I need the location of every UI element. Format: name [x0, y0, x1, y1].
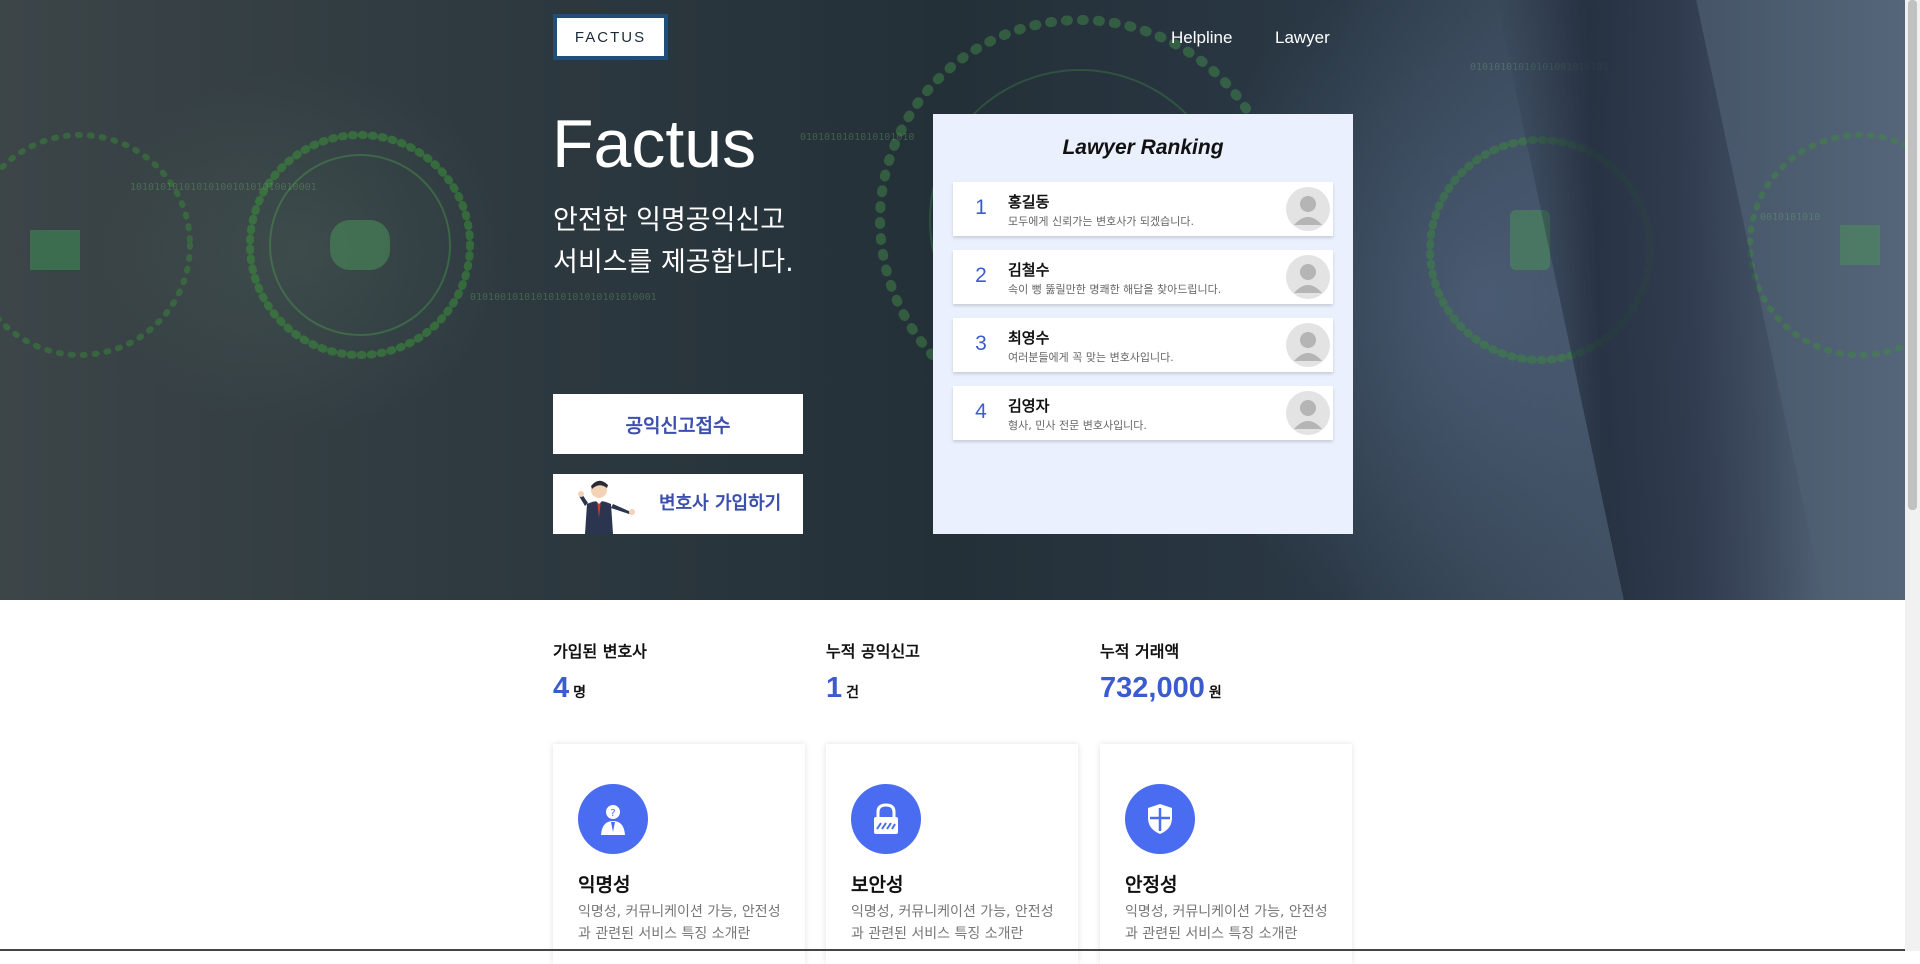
avatar-icon: [1286, 391, 1330, 435]
stat-value: 4: [553, 672, 570, 704]
hero-subtitle-line1: 안전한 익명공익신고: [553, 205, 786, 236]
stat-label: 누적 공익신고: [826, 642, 920, 661]
svg-text:0101010101010101010: 0101010101010101010: [800, 132, 914, 143]
svg-text:101010101010101001010101001000: 1010101010101010010101010010001: [130, 182, 317, 193]
svg-text:010100101010101010101010101000: 0101001010101010101010101010001: [470, 292, 657, 303]
logo[interactable]: FACTUS: [553, 14, 668, 60]
stat-unit: 명: [573, 685, 587, 701]
hero-subtitle-line2: 서비스를 제공합니다.: [553, 247, 794, 278]
shield-icon: [1125, 784, 1195, 854]
avatar-icon: [1286, 323, 1330, 367]
hero-subtitle: 안전한 익명공익신고 서비스를 제공합니다.: [553, 200, 853, 284]
rank-number: 1: [975, 196, 987, 219]
feature-description: 익명성, 커뮤니케이션 가능, 안전성과 관련된 서비스 특징 소개란: [851, 904, 1054, 942]
nav-helpline[interactable]: Helpline: [1171, 28, 1232, 48]
stat-value: 732,000: [1100, 672, 1205, 704]
avatar-icon: [1286, 187, 1330, 231]
svg-text:0010101010: 0010101010: [1760, 212, 1820, 223]
feature-description: 익명성, 커뮤니케이션 가능, 안전성과 관련된 서비스 특징 소개란: [578, 904, 781, 942]
feature-title: 익명성: [578, 874, 631, 896]
lawyer-illustration-icon: [578, 480, 635, 534]
hero-title: Factus: [552, 106, 757, 182]
lawyer-ranking-panel: Lawyer Ranking 1 홍길동 모두에게 신뢰가는 변호사가 되겠습니…: [933, 114, 1353, 534]
feature-card-anonymity: ? 익명성 익명성, 커뮤니케이션 가능, 안전성과 관련된 서비스 특징 소개…: [553, 744, 805, 964]
logo-text: FACTUS: [574, 28, 647, 46]
lock-icon: [851, 784, 921, 854]
ranking-item[interactable]: 3 최영수 여러분들에게 꼭 맞는 변호사입니다.: [953, 318, 1333, 372]
feature-title: 안정성: [1125, 874, 1178, 896]
lawyer-description: 속이 뻥 뚫릴만한 명쾌한 해답을 찾아드립니다.: [1008, 283, 1222, 296]
feature-description: 익명성, 커뮤니케이션 가능, 안전성과 관련된 서비스 특징 소개란: [1125, 904, 1328, 942]
stat-unit: 원: [1208, 685, 1222, 701]
lawyer-name: 김철수: [1008, 261, 1050, 279]
ranking-item[interactable]: 1 홍길동 모두에게 신뢰가는 변호사가 되겠습니다.: [953, 182, 1333, 236]
anonymous-person-icon: ?: [578, 784, 648, 854]
hero-section: 1010101010101010010101010010001 01010010…: [0, 0, 1905, 600]
stat-lawyers: 가입된 변호사 4명: [553, 638, 647, 705]
stat-unit: 건: [846, 685, 860, 701]
lawyer-name: 최영수: [1008, 329, 1050, 347]
stat-reports: 누적 공익신고 1건: [826, 638, 920, 705]
stat-label: 가입된 변호사: [553, 642, 647, 661]
stat-label: 누적 거래액: [1100, 642, 1180, 661]
lawyer-description: 여러분들에게 꼭 맞는 변호사입니다.: [1008, 351, 1174, 364]
nav-lawyer[interactable]: Lawyer: [1275, 28, 1330, 48]
lawyer-join-label: 변호사 가입하기: [659, 493, 782, 514]
lawyer-description: 모두에게 신뢰가는 변호사가 되겠습니다.: [1008, 215, 1195, 228]
avatar-icon: [1286, 255, 1330, 299]
lawyer-description: 형사, 민사 전문 변호사입니다.: [1008, 419, 1147, 432]
lawyer-name: 홍길동: [1008, 193, 1050, 211]
feature-card-security: 보안성 익명성, 커뮤니케이션 가능, 안전성과 관련된 서비스 특징 소개란: [826, 744, 1078, 964]
rank-number: 3: [975, 332, 987, 355]
ranking-item[interactable]: 2 김철수 속이 뻥 뚫릴만한 명쾌한 해답을 찾아드립니다.: [953, 250, 1333, 304]
feature-card-stability: 안정성 익명성, 커뮤니케이션 가능, 안전성과 관련된 서비스 특징 소개란: [1100, 744, 1352, 964]
ranking-item[interactable]: 4 김영자 형사, 민사 전문 변호사입니다.: [953, 386, 1333, 440]
ranking-title: Lawyer Ranking: [1062, 136, 1224, 159]
scrollbar-thumb[interactable]: [1908, 0, 1917, 510]
lawyer-join-button[interactable]: 변호사 가입하기: [553, 474, 803, 534]
stat-value: 1: [826, 672, 843, 704]
rank-number: 2: [975, 264, 987, 287]
page-scrollbar[interactable]: [1905, 0, 1920, 951]
report-button[interactable]: 공익신고접수: [553, 394, 803, 454]
feature-title: 보안성: [851, 874, 904, 896]
stat-transactions: 누적 거래액 732,000 원: [1100, 638, 1222, 705]
svg-text:?: ?: [610, 808, 615, 819]
lawyer-name: 김영자: [1008, 397, 1050, 415]
rank-number: 4: [975, 400, 987, 423]
